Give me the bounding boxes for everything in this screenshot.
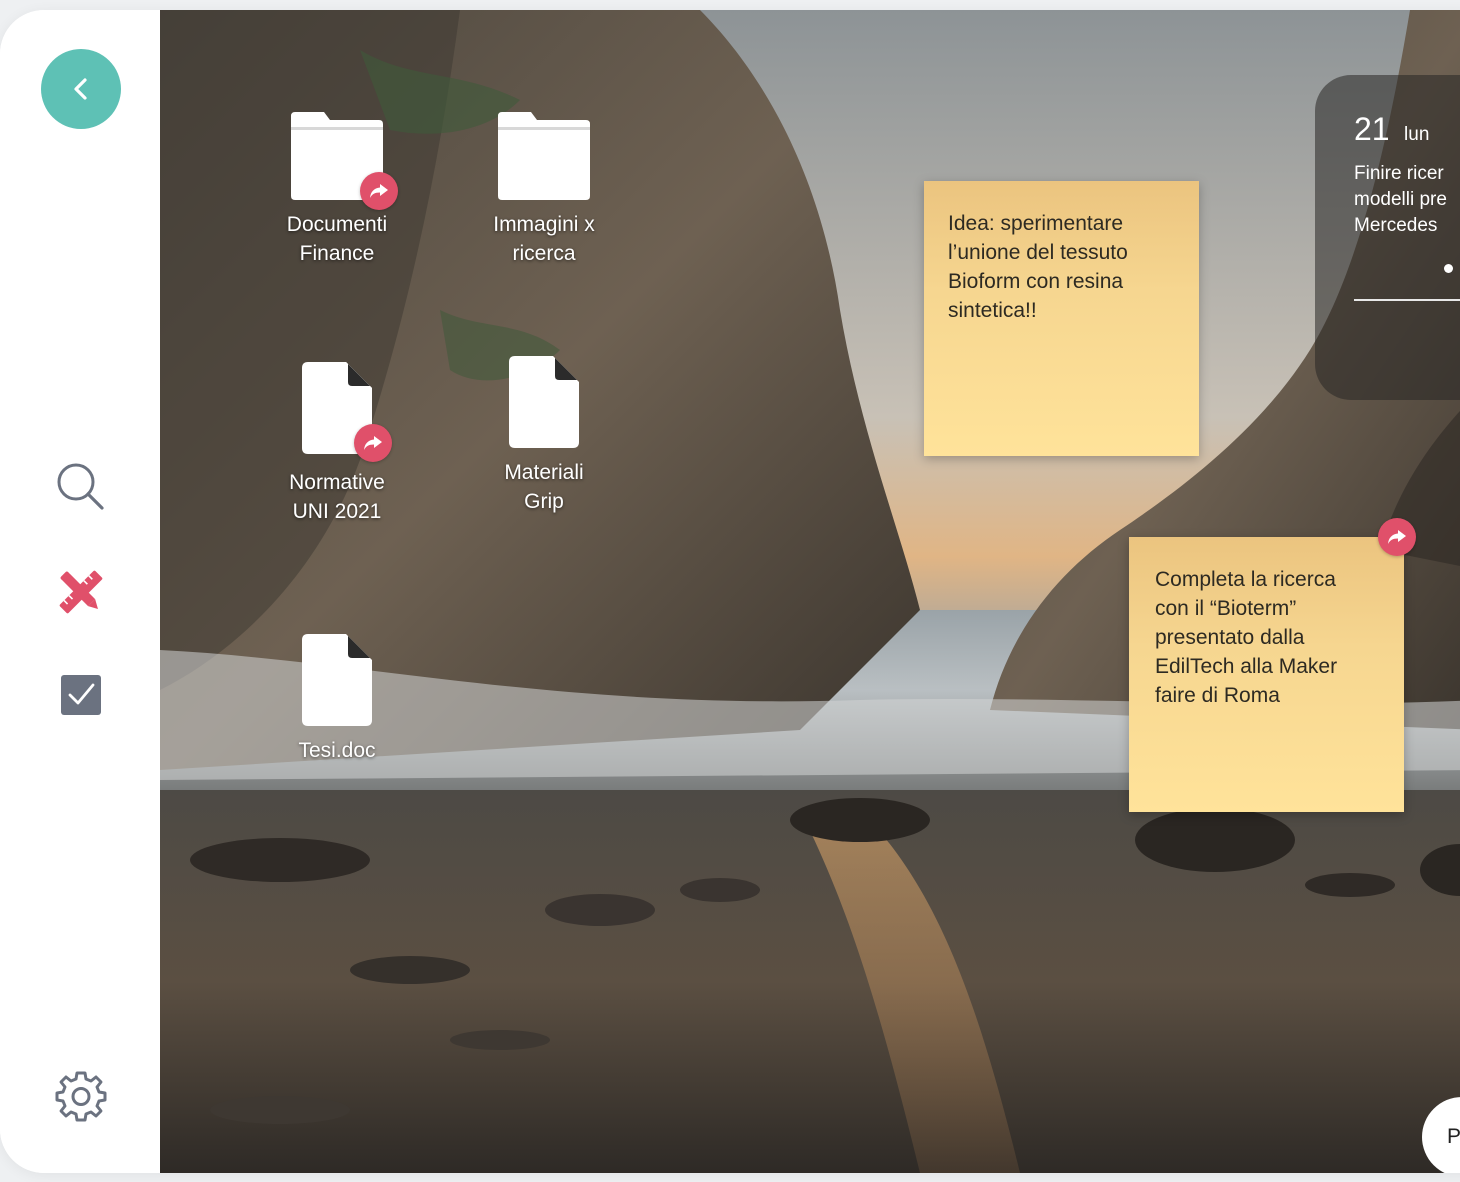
- note-text-line: Completa la ricerca: [1155, 568, 1336, 591]
- search-button[interactable]: [52, 458, 110, 516]
- file-materiali-grip[interactable]: Materiali Grip: [469, 356, 619, 516]
- bottom-pill-label: P: [1447, 1125, 1460, 1148]
- icon-label: Finance: [299, 242, 375, 265]
- note-text-line: Bioform con resina: [948, 270, 1124, 293]
- sticky-note-shared[interactable]: Completa la ricerca con il “Bioterm” pre…: [1129, 537, 1404, 812]
- share-icon[interactable]: [1378, 518, 1416, 556]
- icon-label: Grip: [524, 490, 564, 513]
- note-text-line: faire di Roma: [1155, 684, 1280, 707]
- share-icon: [354, 424, 392, 462]
- desktop-area: Documenti Finance Immagini x ricerca Nor…: [160, 10, 1460, 1173]
- calendar-day: 21: [1354, 111, 1390, 147]
- folder-immagini-ricerca[interactable]: Immagini x ricerca: [469, 110, 619, 268]
- note-text-line: sintetica!!: [948, 299, 1037, 322]
- calendar-event-line: Finire ricer: [1354, 163, 1444, 184]
- search-icon: [57, 463, 104, 510]
- sticky-note[interactable]: Idea: sperimentare l’unione del tessuto …: [924, 181, 1199, 456]
- note-text-line: presentato dalla: [1155, 626, 1305, 649]
- file-normative-uni-2021[interactable]: Normative UNI 2021: [262, 362, 412, 526]
- tools-button[interactable]: [52, 563, 110, 621]
- page-indicator-dot: [1444, 264, 1453, 273]
- icon-label: Normative: [289, 471, 385, 494]
- note-text-line: l’unione del tessuto: [948, 241, 1128, 264]
- calendar-weekday: lun: [1404, 124, 1430, 145]
- tasks-button[interactable]: [52, 666, 110, 724]
- pencil-ruler-icon: [59, 570, 103, 614]
- note-text-line: con il “Bioterm”: [1155, 597, 1297, 620]
- icon-label: Materiali: [504, 461, 584, 484]
- folder-icon: [498, 112, 590, 200]
- sidebar: [0, 10, 160, 1173]
- icon-label: Documenti: [286, 213, 388, 236]
- icon-label: UNI 2021: [292, 500, 382, 523]
- file-tesi-doc[interactable]: Tesi.doc: [262, 634, 412, 765]
- file-icon: [509, 356, 579, 448]
- icon-label: ricerca: [512, 242, 576, 265]
- divider: [1354, 299, 1460, 301]
- gear-icon: [55, 1071, 107, 1122]
- file-icon: [302, 634, 372, 726]
- app-window: Documenti Finance Immagini x ricerca Nor…: [0, 10, 1460, 1173]
- note-text-line: EdilTech alla Maker: [1155, 655, 1338, 678]
- icon-label: Immagini x: [493, 213, 595, 236]
- checkbox-icon: [61, 675, 101, 715]
- chevron-left-icon: [74, 78, 87, 100]
- share-icon: [360, 172, 398, 210]
- folder-documenti-finance[interactable]: Documenti Finance: [262, 110, 412, 268]
- calendar-event-line: Mercedes: [1354, 215, 1438, 236]
- icon-label: Tesi.doc: [298, 739, 376, 762]
- settings-button[interactable]: [52, 1067, 110, 1125]
- calendar-event-line: modelli pre: [1354, 189, 1447, 210]
- note-text-line: Idea: sperimentare: [948, 212, 1124, 235]
- back-button[interactable]: [41, 49, 121, 129]
- calendar-widget[interactable]: 21 lun Finire ricer modelli pre Mercedes: [1315, 75, 1460, 400]
